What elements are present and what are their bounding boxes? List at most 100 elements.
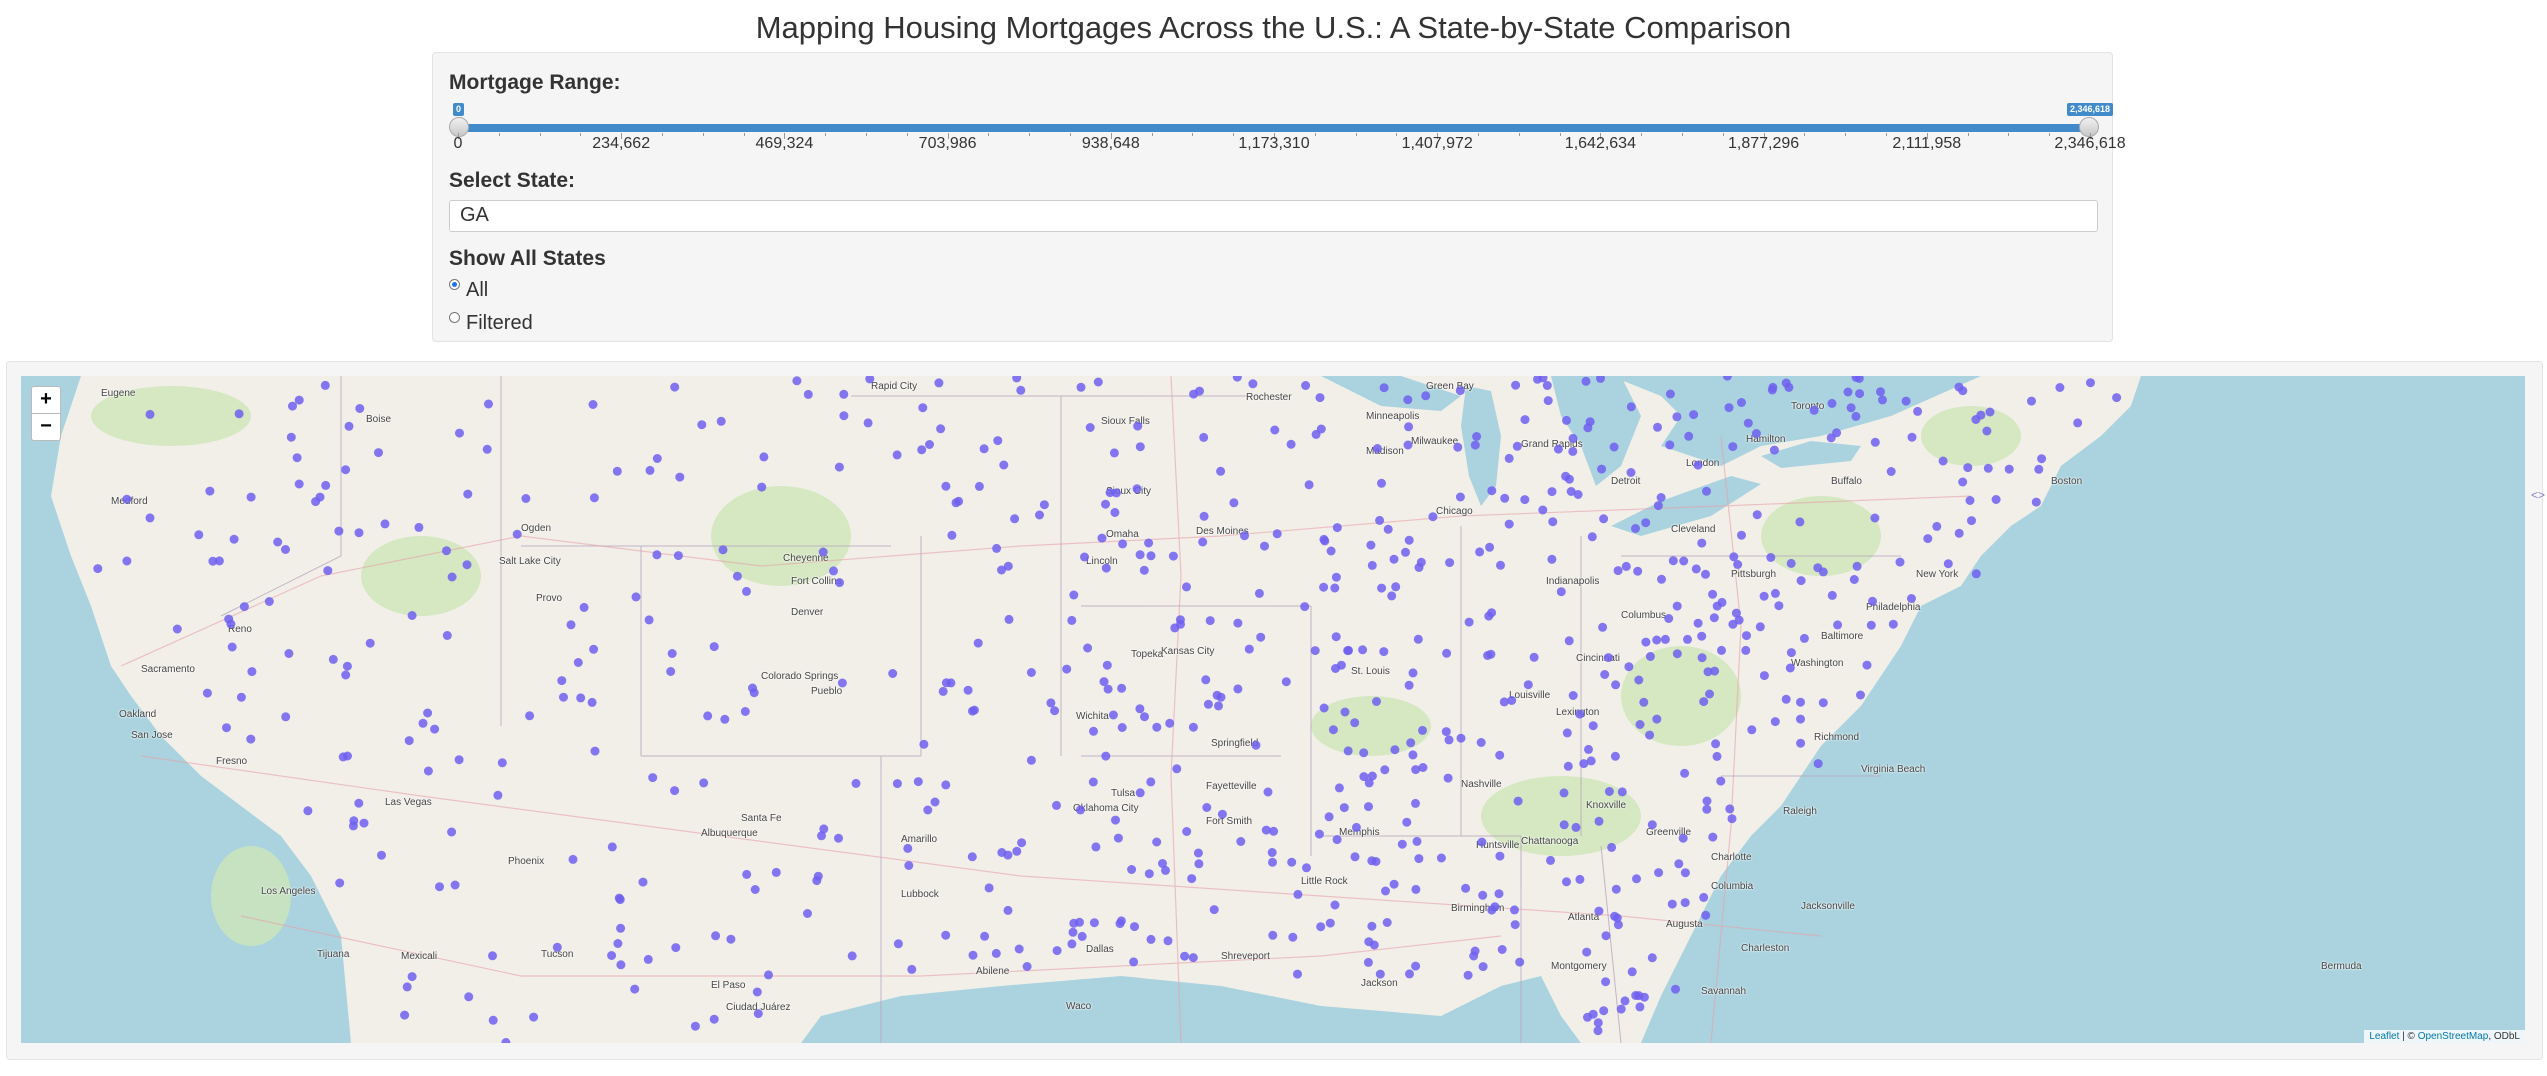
mortgage-marker[interactable] [1330, 900, 1340, 910]
mortgage-marker[interactable] [1336, 660, 1346, 670]
mortgage-marker[interactable] [1596, 376, 1605, 383]
mortgage-marker[interactable] [1587, 532, 1597, 542]
mortgage-marker[interactable] [1026, 755, 1036, 765]
mortgage-marker[interactable] [740, 707, 750, 716]
mortgage-marker[interactable] [1708, 589, 1718, 599]
mortgage-marker[interactable] [670, 786, 680, 796]
mortgage-marker[interactable] [1705, 689, 1714, 699]
mortgage-marker[interactable] [615, 895, 625, 905]
mortgage-marker[interactable] [288, 401, 297, 411]
mortgage-marker[interactable] [818, 547, 828, 557]
mortgage-marker[interactable] [590, 746, 600, 756]
mortgage-marker[interactable] [1311, 429, 1321, 439]
mortgage-marker[interactable] [1003, 561, 1013, 571]
mortgage-marker[interactable] [1542, 381, 1552, 390]
mortgage-marker[interactable] [1588, 721, 1598, 731]
mortgage-marker[interactable] [1408, 668, 1418, 678]
mortgage-marker[interactable] [834, 462, 844, 472]
mortgage-marker[interactable] [1504, 453, 1514, 463]
mortgage-marker[interactable] [1641, 518, 1651, 528]
mortgage-marker[interactable] [709, 1014, 719, 1024]
mortgage-marker[interactable] [521, 494, 531, 503]
mortgage-marker[interactable] [1293, 969, 1302, 979]
mortgage-marker[interactable] [1684, 431, 1694, 441]
mortgage-marker[interactable] [1697, 538, 1707, 548]
mortgage-marker[interactable] [1022, 962, 1032, 971]
mortgage-marker[interactable] [1701, 910, 1711, 920]
mortgage-marker[interactable] [1251, 740, 1261, 750]
mortgage-marker[interactable] [354, 798, 364, 808]
mortgage-marker[interactable] [482, 444, 492, 454]
mortgage-marker[interactable] [1626, 468, 1636, 477]
mortgage-marker[interactable] [1627, 967, 1637, 977]
mortgage-marker[interactable] [1855, 389, 1865, 399]
mortgage-marker[interactable] [442, 546, 451, 556]
mortgage-marker[interactable] [1852, 561, 1862, 571]
mortgage-marker[interactable] [1343, 646, 1353, 656]
mortgage-marker[interactable] [941, 481, 951, 491]
mortgage-marker[interactable] [1456, 733, 1466, 743]
mortgage-marker[interactable] [1483, 651, 1493, 660]
mortgage-marker[interactable] [652, 454, 662, 463]
mortgage-marker[interactable] [488, 1015, 498, 1025]
mortgage-marker[interactable] [1709, 613, 1719, 623]
mortgage-marker[interactable] [1193, 848, 1203, 858]
mortgage-marker[interactable] [1363, 957, 1373, 967]
mortgage-marker[interactable] [742, 869, 752, 879]
mortgage-marker[interactable] [941, 678, 951, 688]
mortgage-marker[interactable] [423, 708, 433, 718]
mortgage-marker[interactable] [1411, 798, 1420, 808]
mortgage-marker[interactable] [1129, 957, 1139, 967]
mortgage-marker[interactable] [1146, 934, 1156, 944]
mortgage-marker[interactable] [753, 1009, 763, 1019]
mortgage-marker[interactable] [1443, 773, 1453, 783]
radio-filtered-button[interactable] [449, 312, 460, 323]
mortgage-marker[interactable] [750, 885, 760, 894]
mortgage-marker[interactable] [552, 942, 562, 952]
mortgage-marker[interactable] [1472, 432, 1482, 441]
mortgage-marker[interactable] [1515, 957, 1525, 967]
mortgage-marker[interactable] [1315, 393, 1325, 403]
mortgage-marker[interactable] [435, 882, 444, 892]
mortgage-marker[interactable] [1404, 422, 1414, 432]
mortgage-marker[interactable] [1724, 403, 1734, 413]
mortgage-marker[interactable] [1689, 410, 1699, 420]
mortgage-marker[interactable] [1571, 822, 1581, 832]
mortgage-marker[interactable] [1533, 376, 1542, 384]
mortgage-marker[interactable] [1414, 854, 1424, 864]
mortgage-marker[interactable] [1958, 386, 1968, 396]
mortgage-marker[interactable] [643, 954, 653, 964]
mortgage-marker[interactable] [834, 833, 843, 843]
mortgage-marker[interactable] [1932, 521, 1942, 531]
mortgage-marker[interactable] [1653, 422, 1662, 432]
mortgage-marker[interactable] [1375, 969, 1385, 979]
mortgage-marker[interactable] [559, 692, 568, 702]
mortgage-marker[interactable] [407, 611, 417, 620]
mortgage-marker[interactable] [568, 854, 578, 864]
mortgage-marker[interactable] [1144, 538, 1154, 548]
mortgage-marker[interactable] [1913, 406, 1923, 416]
mortgage-marker[interactable] [963, 685, 973, 695]
mortgage-marker[interactable] [1302, 863, 1311, 873]
mortgage-marker[interactable] [1563, 761, 1573, 771]
mortgage-marker[interactable] [1332, 835, 1342, 845]
mortgage-marker[interactable] [1818, 698, 1828, 708]
mortgage-marker[interactable] [1152, 722, 1162, 732]
mortgage-marker[interactable] [1671, 984, 1680, 994]
mortgage-marker[interactable] [1411, 884, 1421, 894]
mortgage-marker[interactable] [1963, 463, 1973, 473]
mortgage-marker[interactable] [675, 472, 685, 482]
mortgage-marker[interactable] [1052, 946, 1062, 956]
mortgage-marker[interactable] [1172, 764, 1182, 774]
mortgage-marker[interactable] [1194, 859, 1204, 869]
mortgage-marker[interactable] [1391, 582, 1401, 592]
mortgage-marker[interactable] [122, 494, 132, 504]
mortgage-marker[interactable] [1379, 383, 1389, 393]
mortgage-marker[interactable] [967, 852, 977, 862]
mortgage-marker[interactable] [1268, 930, 1278, 940]
mortgage-marker[interactable] [1441, 727, 1451, 737]
mortgage-marker[interactable] [1499, 697, 1509, 707]
mortgage-marker[interactable] [1547, 487, 1557, 497]
mortgage-marker[interactable] [1260, 541, 1269, 551]
mortgage-marker[interactable] [1562, 877, 1571, 887]
